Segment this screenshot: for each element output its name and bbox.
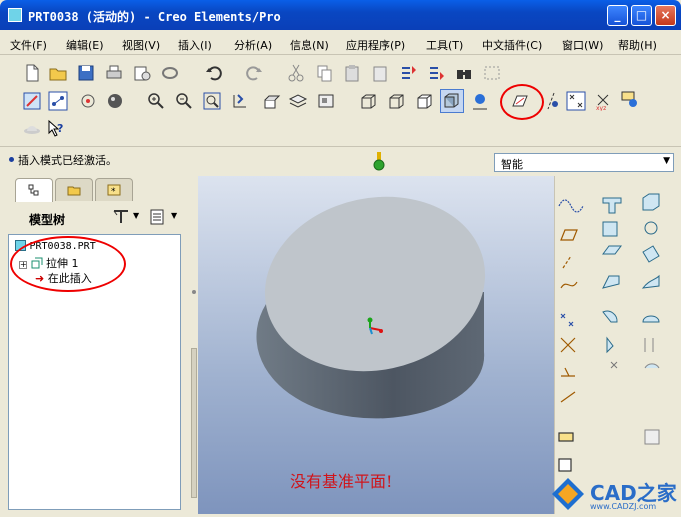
cadzj-logo-icon [552,478,584,510]
menu-info[interactable]: 信息(N) [290,37,329,53]
menu-bar: 文件(F) 编辑(E) 视图(V) 插入(I) 分析(A) 信息(N) 应用程序… [0,31,681,55]
find-binoculars-icon[interactable] [454,63,474,83]
regen-manager-icon[interactable] [426,63,446,83]
open-folder-icon[interactable] [48,63,68,83]
reorient-icon[interactable] [230,91,250,111]
no-datum-plane-note: 没有基准平面! [290,472,393,491]
tab-folder-browser[interactable] [55,178,93,201]
tab-favorites[interactable]: * [95,178,133,201]
message-bullet-icon [9,157,14,162]
save-icon[interactable] [76,63,96,83]
menu-tools[interactable]: 工具(T) [426,37,463,53]
link-icon[interactable] [160,63,180,83]
whats-this-help-icon[interactable]: ? [46,119,66,139]
new-file-icon[interactable] [22,63,42,83]
zoom-out-icon[interactable] [174,91,194,111]
select-box-icon[interactable] [482,63,502,83]
print-icon[interactable] [104,63,124,83]
toolbar-area: xyz ? [0,55,681,145]
tab-model-tree[interactable] [15,178,53,202]
maximize-button[interactable]: □ [631,5,652,26]
cadzj-watermark: CAD之家 www.CADZJ.com [548,474,680,514]
menu-window[interactable]: 窗口(W) [562,37,603,53]
zoom-in-icon[interactable] [146,91,166,111]
highlight-tree-circle [10,236,126,292]
message-bar: 插入模式已经激活。 智能 ▼ [0,146,681,176]
navigator-tabs: * [5,178,190,202]
orient-mode-icon[interactable] [78,91,98,111]
highlight-datum-plane-circle [500,84,544,120]
chevron-down-icon[interactable]: ▼ [171,211,177,220]
coord-sys-display-icon[interactable]: xyz [594,91,614,112]
status-light-icon [372,150,386,172]
close-button[interactable]: × [655,5,676,26]
model-tree-header: 模型树 ▼ ▼ [5,202,190,234]
view-manager-icon[interactable] [316,91,336,111]
hat-icon[interactable] [22,119,42,139]
spin-center-icon[interactable] [48,91,68,111]
message-text: 插入模式已经激活。 [18,154,117,167]
datum-display-icon[interactable] [470,91,490,111]
menu-analysis[interactable]: 分析(A) [234,37,272,53]
window-title: PRT0038 (活动的) - Creo Elements/Pro [28,10,281,24]
cut-icon[interactable] [286,63,306,83]
datum-axis-display-icon[interactable] [542,91,562,111]
datum-point-display-icon[interactable] [566,91,586,111]
undo-icon[interactable] [204,63,224,83]
appearance-sphere-icon[interactable] [106,91,126,111]
tree-columns-icon[interactable] [148,207,168,227]
menu-view[interactable]: 视图(V) [122,37,160,53]
watermark-url: www.CADZJ.com [590,502,657,511]
panel-splitter[interactable] [190,176,198,514]
svg-text:?: ? [57,122,63,135]
graphics-window[interactable]: 没有基准平面! [198,176,554,514]
tree-settings-icon[interactable] [111,207,131,227]
paste-icon[interactable] [342,63,362,83]
menu-insert[interactable]: 插入(I) [178,37,212,53]
menu-chinese-plugin[interactable]: 中文插件(C) [482,37,542,53]
filter-value: 智能 [501,158,523,171]
minimize-button[interactable]: _ [607,5,628,26]
app-icon [8,8,22,22]
copy-icon[interactable] [314,63,334,83]
no-hidden-icon[interactable] [414,91,434,111]
svg-text:*: * [111,187,116,197]
menu-help[interactable]: 帮助(H) [618,37,657,53]
selection-filter-select[interactable]: 智能 ▼ [494,153,674,172]
menu-edit[interactable]: 编辑(E) [66,37,104,53]
regenerate-icon[interactable] [398,63,418,83]
layers-icon[interactable] [288,91,308,111]
hidden-line-icon[interactable] [386,91,406,111]
title-bar: PRT0038 (活动的) - Creo Elements/Pro _ □ × [0,0,681,30]
menu-file[interactable]: 文件(F) [10,37,47,53]
paste-special-icon[interactable] [370,63,390,83]
saved-views-icon[interactable] [262,91,282,111]
model-tree-title: 模型树 [29,213,66,227]
svg-text:xyz: xyz [596,105,606,111]
cylinder-model [256,196,486,419]
shading-icon[interactable] [440,89,464,113]
redo-icon[interactable] [244,63,264,83]
email-icon[interactable] [132,63,152,83]
chevron-down-icon[interactable]: ▼ [133,211,139,220]
wireframe-icon[interactable] [358,91,378,111]
repaint-icon[interactable] [22,91,42,111]
chevron-down-icon: ▼ [663,156,670,166]
annotation-display-icon[interactable] [620,89,644,113]
feature-toolbar [554,176,681,514]
refit-icon[interactable] [202,91,222,111]
menu-applications[interactable]: 应用程序(P) [346,37,405,53]
